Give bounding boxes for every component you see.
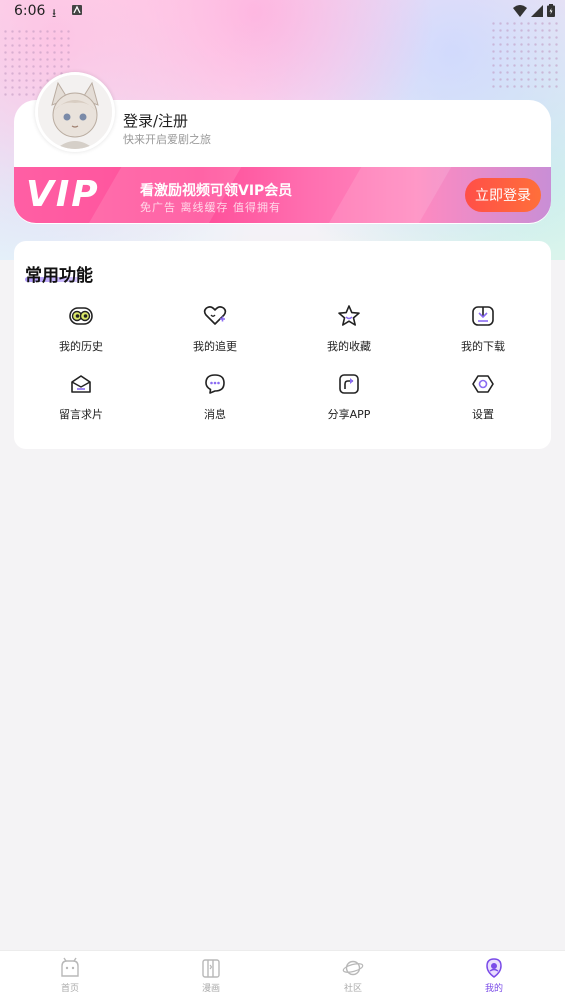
function-label: 我的历史 [59,340,103,353]
bottom-tab-bar: 首页 漫画 社区 我的 [0,950,565,1005]
banner-stripe [320,167,458,223]
tab-label: 首页 [60,984,79,994]
download-status-icon: ⭳ [52,6,57,20]
tab-home[interactable]: 首页 [20,957,120,994]
function-label: 消息 [204,408,226,421]
function-item-settings[interactable]: 设置 [416,371,550,422]
tab-comics[interactable]: 漫画 [161,957,261,994]
function-label: 我的追更 [193,340,237,353]
signal-icon [531,4,543,17]
share-icon [339,374,359,394]
settings-hexagon-icon [472,375,494,393]
battery-icon [547,4,555,17]
function-label: 设置 [472,408,494,421]
common-functions-card: 常用功能 我的历史 我的追更 我的收藏 我的下载 留言求片 消息 分享APP 设… [14,241,551,449]
tab-mine[interactable]: 我的 [444,957,544,994]
function-item-share[interactable]: 分享APP [282,371,416,422]
login-subtitle: 快来开启爱剧之旅 [123,133,211,146]
function-item-favorites[interactable]: 我的收藏 [282,303,416,354]
tab-label: 社区 [343,984,362,994]
function-label: 我的下载 [461,340,505,353]
avatar[interactable] [35,72,115,152]
mail-icon [71,375,91,393]
comic-icon [202,959,220,978]
vip-logo: VIP [26,174,100,215]
function-item-follow[interactable]: 我的追更 [148,303,282,354]
chat-bubble-icon [205,374,225,394]
vip-headline: 看激励视频可领VIP会员 [140,183,293,199]
vip-banner[interactable]: VIP 看激励视频可领VIP会员 免广告 离线缓存 值得拥有 立即登录 [14,167,551,223]
wifi-icon [513,4,527,17]
status-time: 6:06 [14,3,46,19]
planet-icon [342,960,364,976]
history-eyes-icon [69,307,93,325]
function-item-message-request[interactable]: 留言求片 [14,371,148,422]
tab-label: 漫画 [201,984,220,994]
home-icon [61,957,79,977]
follow-heart-icon [203,306,227,325]
star-icon [338,305,360,326]
function-item-messages[interactable]: 消息 [148,371,282,422]
vip-tagline: 免广告 离线缓存 值得拥有 [140,201,281,214]
decorative-dots [490,20,560,90]
function-item-downloads[interactable]: 我的下载 [416,303,550,354]
notification-status-icon [72,4,82,18]
function-item-history[interactable]: 我的历史 [14,303,148,354]
section-title: 常用功能 [25,266,93,286]
login-now-button[interactable]: 立即登录 [465,178,541,212]
function-label: 我的收藏 [327,340,371,353]
function-label: 分享APP [327,408,371,421]
tab-community[interactable]: 社区 [303,957,403,994]
function-label: 留言求片 [59,408,103,421]
status-bar: 6:06 ⭳ [0,0,565,24]
login-register-title[interactable]: 登录/注册 [123,110,188,131]
profile-icon [486,958,502,978]
tab-label: 我的 [484,984,503,994]
download-icon [472,306,494,326]
